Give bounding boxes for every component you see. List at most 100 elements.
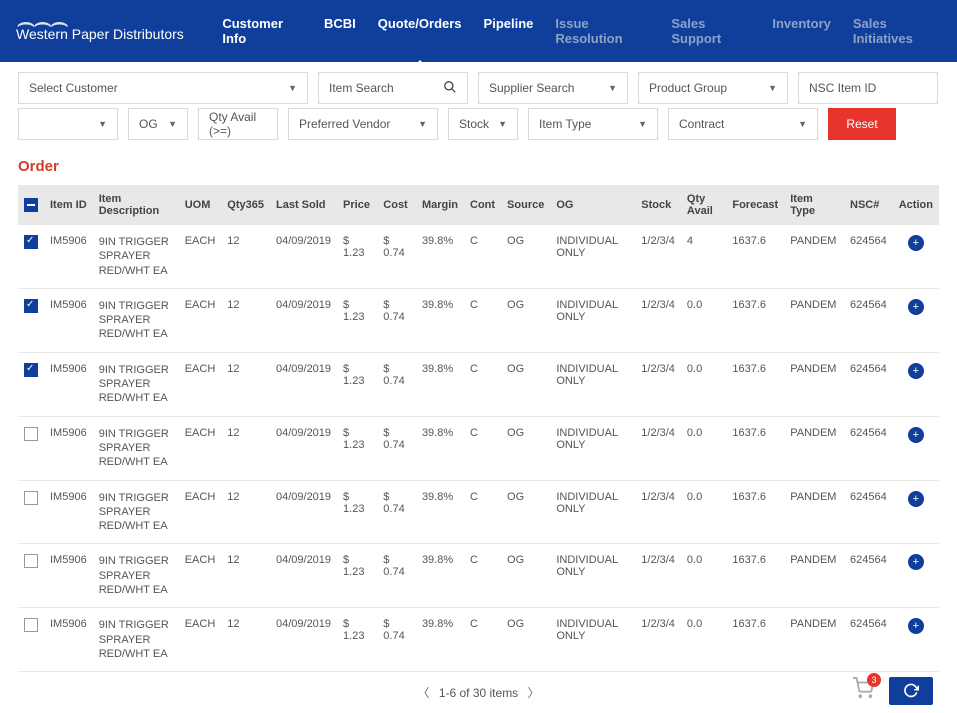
table-row: IM59069IN TRIGGER SPRAYER RED/WHT EAEACH… [18,544,939,608]
qty-avail-input[interactable]: Qty Avail (>=) [198,108,278,140]
nav-item-quote-orders[interactable]: Quote/Orders [378,0,462,68]
add-row-button[interactable]: + [908,427,924,443]
row-checkbox[interactable] [24,618,38,632]
select-customer-dropdown[interactable]: Select Customer ▼ [18,72,308,104]
table-row: IM59069IN TRIGGER SPRAYER RED/WHT EAEACH… [18,480,939,544]
supplier-search-dropdown[interactable]: Supplier Search ▼ [478,72,628,104]
cell-cont: C [464,352,501,416]
pager: 〈 1-6 of 30 items 〉 [0,672,957,713]
preferred-vendor-dropdown[interactable]: Preferred Vendor ▼ [288,108,438,140]
cell-og: INDIVIDUAL ONLY [550,608,635,672]
row-checkbox[interactable] [24,491,38,505]
placeholder-text: Product Group [649,81,727,95]
cell-uom: EACH [179,480,222,544]
product-group-dropdown[interactable]: Product Group ▼ [638,72,788,104]
cell-source: OG [501,352,550,416]
cell-source: OG [501,544,550,608]
cell-price: $ 1.23 [337,608,377,672]
cell-qty365: 12 [221,225,270,288]
add-row-button[interactable]: + [908,235,924,251]
select-all-checkbox[interactable] [24,198,38,212]
cell-uom: EACH [179,352,222,416]
cell-qty365: 12 [221,608,270,672]
nav-item-pipeline[interactable]: Pipeline [484,0,534,68]
cell-last_sold: 04/09/2019 [270,480,337,544]
chevron-down-icon: ▼ [168,119,177,129]
placeholder-text: OG [139,117,158,131]
item-type-dropdown[interactable]: Item Type ▼ [528,108,658,140]
cell-nsc: 624564 [844,416,893,480]
col-header: Cont [464,185,501,225]
cell-og: INDIVIDUAL ONLY [550,480,635,544]
placeholder-text: Qty Avail (>=) [209,110,267,138]
col-header: Cost [377,185,416,225]
cell-price: $ 1.23 [337,225,377,288]
nav-item-bcbi[interactable]: BCBI [324,0,356,68]
cell-qty_avail: 0.0 [681,416,726,480]
main-nav: Customer Info BCBI Quote/Orders Pipeline Iss… [222,0,941,68]
chevron-down-icon: ▼ [638,119,647,129]
refresh-button[interactable] [889,677,933,705]
pager-next-icon[interactable]: 〉 [522,686,546,700]
pager-text: 1-6 of 30 items [439,686,518,700]
nsc-item-id-input[interactable]: NSC Item ID [798,72,938,104]
cell-source: OG [501,480,550,544]
col-header: OG [550,185,635,225]
cell-cost: $ 0.74 [377,544,416,608]
og-dropdown[interactable]: OG ▼ [128,108,188,140]
cell-source: OG [501,288,550,352]
nav-item-sales-support[interactable]: Sales Support [671,0,750,68]
cell-item_id: IM5906 [44,288,93,352]
row-checkbox[interactable] [24,299,38,313]
nav-item-sales-initiatives[interactable]: Sales Initiatives [853,0,941,68]
cell-stock: 1/2/3/4 [635,288,681,352]
contract-dropdown[interactable]: Contract ▼ [668,108,818,140]
stock-dropdown[interactable]: Stock ▼ [448,108,518,140]
cell-stock: 1/2/3/4 [635,480,681,544]
cell-cost: $ 0.74 [377,225,416,288]
row-checkbox[interactable] [24,554,38,568]
col-header: Action [893,185,939,225]
add-row-button[interactable]: + [908,554,924,570]
cell-margin: 39.8% [416,544,464,608]
cell-nsc: 624564 [844,352,893,416]
nav-item-inventory[interactable]: Inventory [772,0,831,68]
cell-forecast: 1637.6 [726,544,784,608]
cell-nsc: 624564 [844,288,893,352]
cell-desc: 9IN TRIGGER SPRAYER RED/WHT EA [93,352,179,416]
row-checkbox[interactable] [24,235,38,249]
cell-desc: 9IN TRIGGER SPRAYER RED/WHT EA [93,416,179,480]
cell-qty365: 12 [221,352,270,416]
cell-item_id: IM5906 [44,480,93,544]
col-header: Item Description [93,185,179,225]
table-row: IM59069IN TRIGGER SPRAYER RED/WHT EAEACH… [18,288,939,352]
cell-source: OG [501,416,550,480]
cell-margin: 39.8% [416,480,464,544]
row-checkbox[interactable] [24,427,38,441]
nav-item-issue-resolution[interactable]: Issue Resolution [555,0,649,68]
add-row-button[interactable]: + [908,491,924,507]
cell-forecast: 1637.6 [726,608,784,672]
cell-margin: 39.8% [416,608,464,672]
cell-item_id: IM5906 [44,416,93,480]
add-row-button[interactable]: + [908,363,924,379]
cell-stock: 1/2/3/4 [635,544,681,608]
pager-prev-icon[interactable]: 〈 [411,686,435,700]
nav-item-customer-info[interactable]: Customer Info [222,0,302,68]
cell-nsc: 624564 [844,544,893,608]
cell-cost: $ 0.74 [377,288,416,352]
blank-dropdown[interactable]: ▼ [18,108,118,140]
table-row: IM59069IN TRIGGER SPRAYER RED/WHT EAEACH… [18,416,939,480]
row-checkbox[interactable] [24,363,38,377]
item-search-input[interactable]: Item Search [318,72,468,104]
cell-cont: C [464,608,501,672]
col-header: Source [501,185,550,225]
cell-price: $ 1.23 [337,416,377,480]
cell-last_sold: 04/09/2019 [270,225,337,288]
search-icon [443,80,457,97]
reset-button[interactable]: Reset [828,108,896,140]
cart-button[interactable]: 3 [851,677,875,705]
add-row-button[interactable]: + [908,299,924,315]
add-row-button[interactable]: + [908,618,924,634]
top-header: ⌢⌢⌢ Western Paper Distributors Customer … [0,0,957,62]
